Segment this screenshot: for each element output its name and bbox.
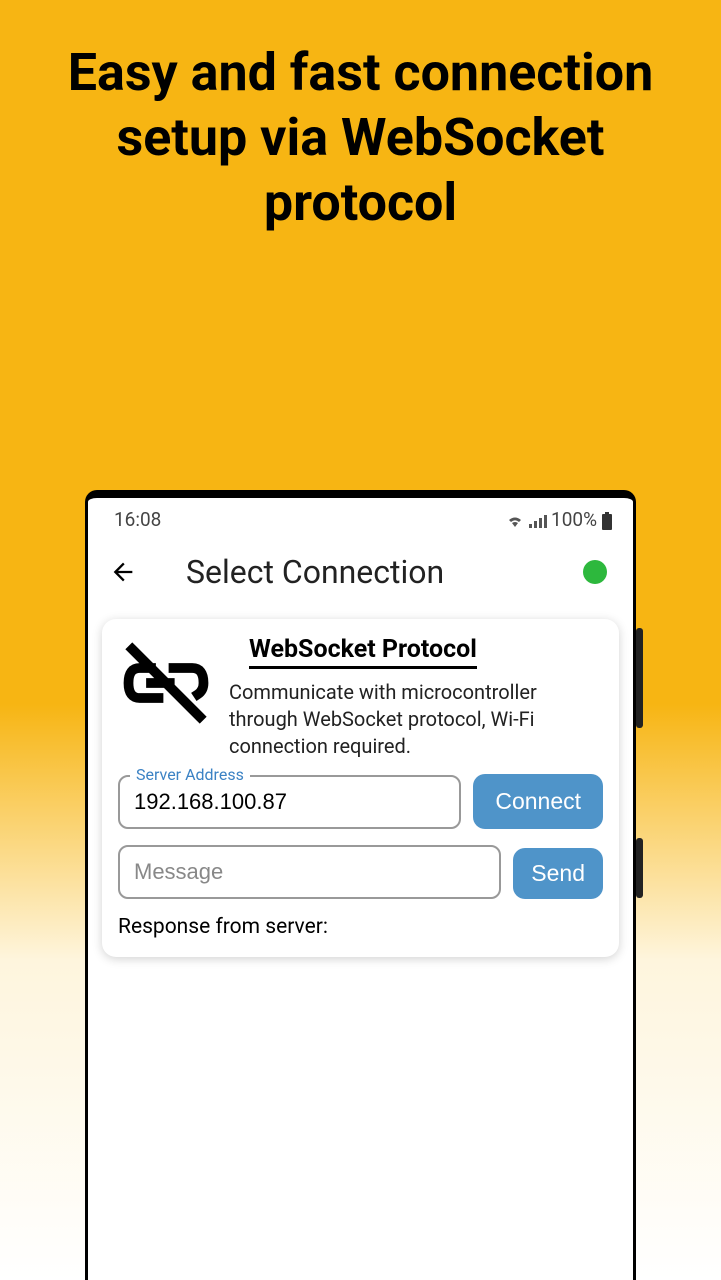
send-button[interactable]: Send: [513, 848, 603, 899]
phone-side-button: [636, 628, 643, 728]
card-title: WebSocket Protocol: [249, 635, 477, 669]
back-button[interactable]: [108, 557, 138, 587]
wifi-icon: [505, 508, 525, 531]
arrow-left-icon: [109, 558, 137, 586]
page-title: Select Connection: [156, 553, 565, 591]
battery-icon: [601, 508, 613, 531]
app-bar: Select Connection: [88, 535, 633, 601]
phone-frame: 16:08 100% Select Connection Web: [85, 490, 636, 1280]
link-off-icon: [118, 635, 213, 730]
card-description: Communicate with microcontroller through…: [229, 679, 603, 760]
response-label: Response from server:: [118, 915, 603, 939]
phone-side-button: [636, 838, 643, 898]
signal-icon: [529, 508, 547, 531]
websocket-card: WebSocket Protocol Communicate with micr…: [102, 619, 619, 957]
promo-headline: Easy and fast connection setup via WebSo…: [0, 0, 721, 235]
status-time: 16:08: [114, 508, 161, 531]
connection-status-indicator: [583, 560, 607, 584]
message-input[interactable]: [118, 845, 501, 899]
server-address-label: Server Address: [130, 765, 250, 784]
status-bar: 16:08 100%: [88, 498, 633, 535]
battery-percent: 100%: [551, 508, 597, 531]
connect-button[interactable]: Connect: [473, 774, 603, 829]
